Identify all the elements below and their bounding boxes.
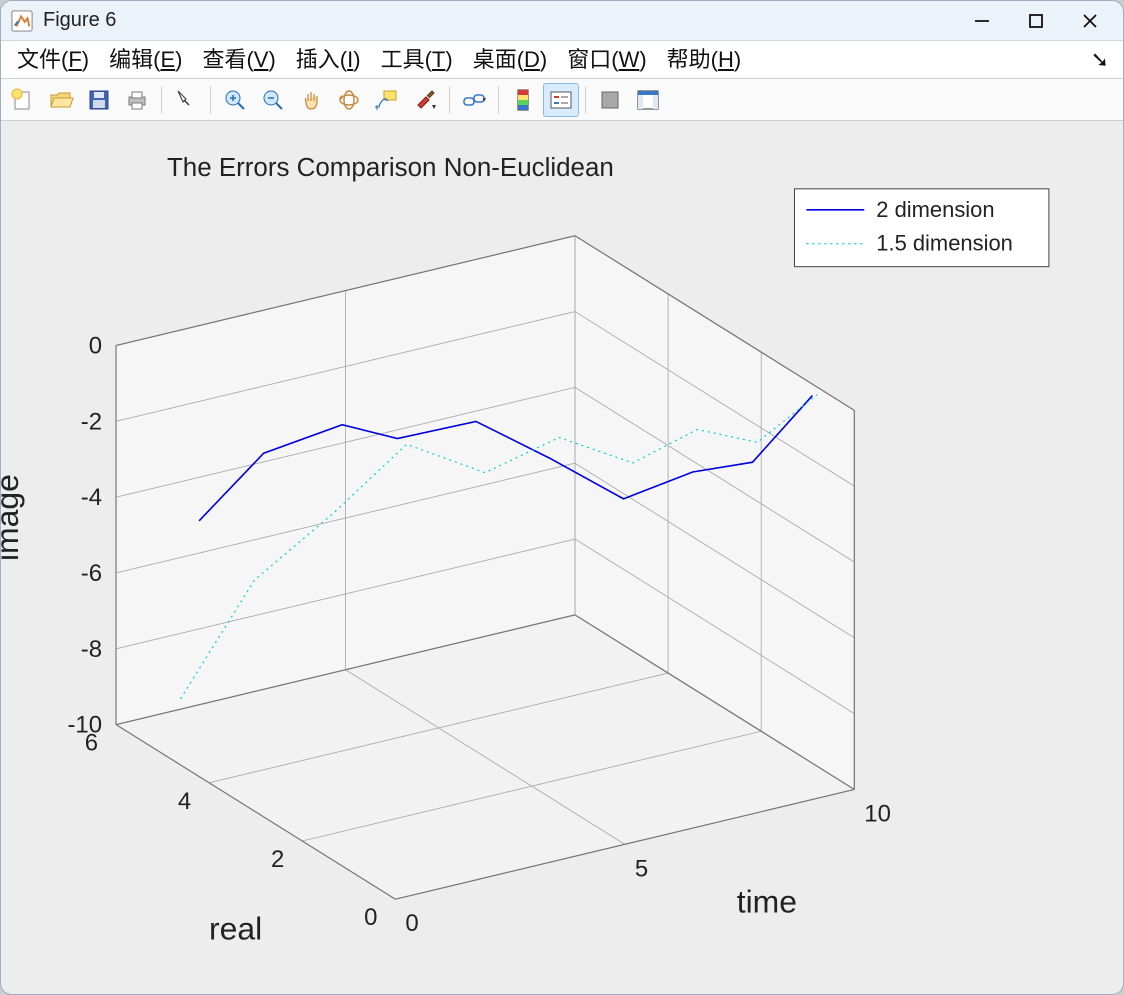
toolbar-separator (585, 86, 586, 114)
x-tick-label: 5 (635, 855, 648, 882)
menu-view[interactable]: 查看(V) (192, 41, 285, 79)
x-tick-label: 10 (864, 800, 891, 827)
rotate-3d-button[interactable] (331, 83, 367, 117)
titlebar: Figure 6 (1, 1, 1123, 41)
figure-window: Figure 6 文件(F) 编辑(E) 查看(V) 插入(I) 工具(T) 桌… (0, 0, 1124, 995)
zoom-in-button[interactable] (217, 83, 253, 117)
dock-toggle-icon[interactable]: ➘ (1091, 47, 1117, 73)
zoom-out-button[interactable] (255, 83, 291, 117)
toolbar-separator (161, 86, 162, 114)
z-tick-label: -6 (81, 560, 102, 587)
x-axis-label: time (737, 883, 797, 919)
menu-file[interactable]: 文件(F) (7, 41, 99, 79)
menu-window[interactable]: 窗口(W) (557, 41, 656, 79)
insert-legend-button[interactable] (543, 83, 579, 117)
menu-insert[interactable]: 插入(I) (286, 41, 371, 79)
z-tick-label: -8 (81, 636, 102, 663)
y-axis-label: real (209, 911, 262, 947)
minimize-button[interactable] (955, 5, 1009, 37)
new-figure-button[interactable] (5, 83, 41, 117)
brush-button[interactable] (407, 83, 443, 117)
y-tick-label: 4 (178, 788, 191, 815)
hide-plot-tools-button[interactable] (592, 83, 628, 117)
close-button[interactable] (1063, 5, 1117, 37)
link-data-button[interactable] (456, 83, 492, 117)
menu-help[interactable]: 帮助(H) (657, 41, 752, 79)
legend-entry-label: 1.5 dimension (876, 231, 1013, 256)
toolbar-separator (449, 86, 450, 114)
z-tick-label: -4 (81, 484, 102, 511)
toolbar-separator (210, 86, 211, 114)
edit-plot-button[interactable] (168, 83, 204, 117)
x-tick-label: 0 (405, 910, 418, 937)
figure-canvas[interactable]: -10-8-6-4-2002460510The Errors Compariso… (1, 121, 1123, 994)
y-tick-label: 6 (85, 730, 98, 757)
open-button[interactable] (43, 83, 79, 117)
data-cursor-button[interactable] (369, 83, 405, 117)
menu-edit[interactable]: 编辑(E) (99, 41, 192, 79)
z-axis-label: image (1, 474, 25, 561)
pan-button[interactable] (293, 83, 329, 117)
y-tick-label: 2 (271, 846, 284, 873)
menu-tools[interactable]: 工具(T) (371, 41, 463, 79)
toolbar (1, 79, 1123, 121)
axes-3d[interactable]: -10-8-6-4-2002460510The Errors Compariso… (1, 121, 1123, 994)
toolbar-separator (498, 86, 499, 114)
menubar: 文件(F) 编辑(E) 查看(V) 插入(I) 工具(T) 桌面(D) 窗口(W… (1, 41, 1123, 79)
legend-entry-label: 2 dimension (876, 197, 994, 222)
window-title: Figure 6 (43, 9, 116, 32)
z-tick-label: -2 (81, 408, 102, 435)
chart-title: The Errors Comparison Non-Euclidean (167, 154, 614, 182)
show-plot-tools-button[interactable] (630, 83, 666, 117)
y-tick-label: 0 (364, 904, 377, 931)
menu-desktop[interactable]: 桌面(D) (463, 41, 558, 79)
insert-colorbar-button[interactable] (505, 83, 541, 117)
print-button[interactable] (119, 83, 155, 117)
matlab-icon (11, 10, 33, 32)
z-tick-label: 0 (89, 332, 102, 359)
maximize-button[interactable] (1009, 5, 1063, 37)
save-button[interactable] (81, 83, 117, 117)
